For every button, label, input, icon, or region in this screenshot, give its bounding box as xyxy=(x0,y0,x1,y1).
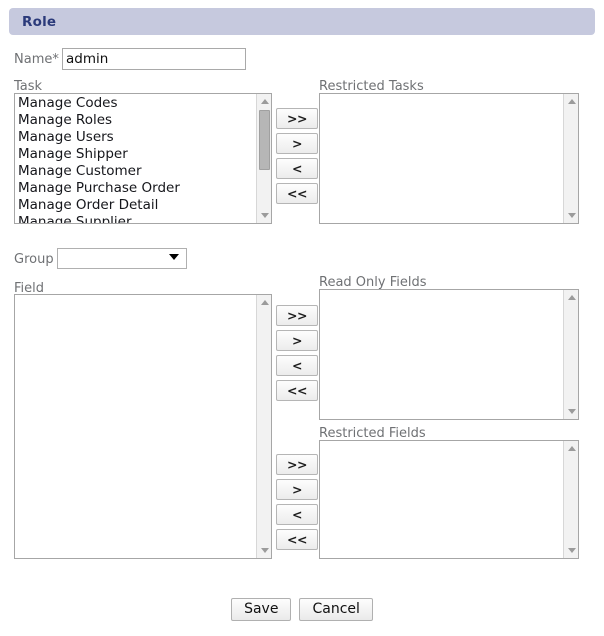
read-only-fields-transfer-buttons: >> > < << xyxy=(276,305,318,401)
readonly-remove-all-button[interactable]: << xyxy=(276,380,318,401)
restricted-fields-label: Restricted Fields xyxy=(319,426,426,441)
restricted-tasks-list-items[interactable] xyxy=(320,94,563,223)
list-item[interactable]: Manage Codes xyxy=(15,95,256,112)
save-button[interactable]: Save xyxy=(231,598,292,621)
scrollbar-thumb[interactable] xyxy=(259,110,270,170)
task-add-all-button[interactable]: >> xyxy=(276,108,318,129)
readonly-remove-one-button[interactable]: < xyxy=(276,355,318,376)
name-input[interactable] xyxy=(62,48,246,70)
group-label: Group xyxy=(14,252,54,267)
list-item[interactable]: Manage Purchase Order xyxy=(15,180,256,197)
scroll-up-icon[interactable] xyxy=(564,441,578,456)
readonly-add-one-button[interactable]: > xyxy=(276,330,318,351)
page-title: Role xyxy=(22,13,57,30)
task-remove-one-button[interactable]: < xyxy=(276,158,318,179)
scroll-up-icon[interactable] xyxy=(564,94,578,109)
restricted-tasks-label: Restricted Tasks xyxy=(319,79,424,94)
required-marker: * xyxy=(52,52,59,67)
scroll-down-icon[interactable] xyxy=(257,543,271,558)
cancel-button[interactable]: Cancel xyxy=(299,598,373,621)
scrollbar[interactable] xyxy=(256,295,271,558)
list-item[interactable]: Manage Supplier xyxy=(15,214,256,223)
scrollbar[interactable] xyxy=(563,441,578,558)
scroll-up-icon[interactable] xyxy=(257,295,271,310)
list-item[interactable]: Manage Customer xyxy=(15,163,256,180)
task-add-one-button[interactable]: > xyxy=(276,133,318,154)
read-only-fields-list-items[interactable] xyxy=(320,290,563,419)
role-form-page: Role Name* Task Manage Codes Manage Role… xyxy=(0,0,604,636)
restricted-fields-transfer-buttons: >> > < << xyxy=(276,454,318,550)
read-only-fields-label: Read Only Fields xyxy=(319,275,427,290)
scroll-down-icon[interactable] xyxy=(564,404,578,419)
list-item[interactable]: Manage Shipper xyxy=(15,146,256,163)
restricted-add-one-button[interactable]: > xyxy=(276,479,318,500)
scroll-down-icon[interactable] xyxy=(564,543,578,558)
scroll-down-icon[interactable] xyxy=(257,208,271,223)
task-label: Task xyxy=(14,79,43,94)
scroll-up-icon[interactable] xyxy=(257,94,271,109)
field-listbox[interactable] xyxy=(14,294,272,559)
scrollbar[interactable] xyxy=(563,94,578,223)
restricted-add-all-button[interactable]: >> xyxy=(276,454,318,475)
name-label: Name* xyxy=(14,52,59,67)
form-footer: Save Cancel xyxy=(0,598,604,621)
restricted-fields-list-items[interactable] xyxy=(320,441,563,558)
field-list-items[interactable] xyxy=(15,295,256,558)
scroll-up-icon[interactable] xyxy=(564,290,578,305)
task-transfer-buttons: >> > < << xyxy=(276,108,318,204)
panel-header: Role xyxy=(9,8,595,35)
readonly-add-all-button[interactable]: >> xyxy=(276,305,318,326)
task-list-items[interactable]: Manage Codes Manage Roles Manage Users M… xyxy=(15,94,256,223)
restricted-remove-one-button[interactable]: < xyxy=(276,504,318,525)
list-item[interactable]: Manage Roles xyxy=(15,112,256,129)
group-select[interactable] xyxy=(57,248,187,269)
task-remove-all-button[interactable]: << xyxy=(276,183,318,204)
restricted-remove-all-button[interactable]: << xyxy=(276,529,318,550)
task-listbox[interactable]: Manage Codes Manage Roles Manage Users M… xyxy=(14,93,272,224)
scroll-down-icon[interactable] xyxy=(564,208,578,223)
read-only-fields-listbox[interactable] xyxy=(319,289,579,420)
restricted-fields-listbox[interactable] xyxy=(319,440,579,559)
scrollbar[interactable] xyxy=(256,94,271,223)
list-item[interactable]: Manage Users xyxy=(15,129,256,146)
list-item[interactable]: Manage Order Detail xyxy=(15,197,256,214)
restricted-tasks-listbox[interactable] xyxy=(319,93,579,224)
scrollbar[interactable] xyxy=(563,290,578,419)
